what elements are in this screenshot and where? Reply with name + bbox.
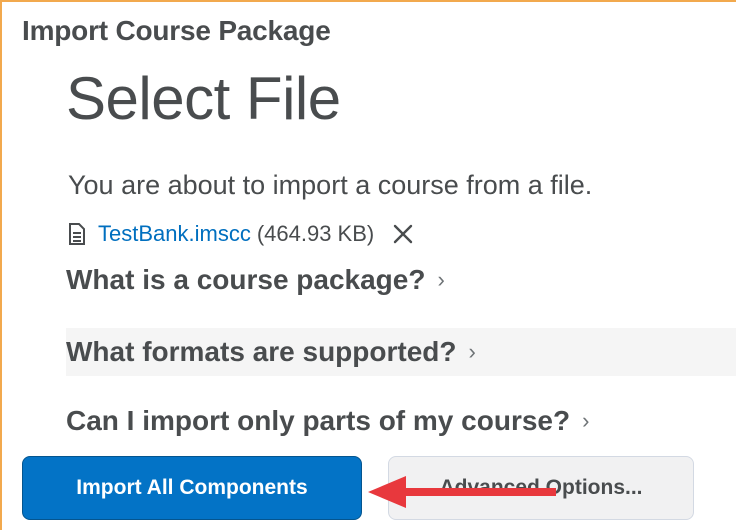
chevron-right-icon: › bbox=[437, 267, 445, 292]
faq-what-is-course-package[interactable]: What is a course package? › bbox=[66, 256, 736, 304]
faq-label: What formats are supported? bbox=[66, 336, 457, 367]
select-file-heading: Select File bbox=[66, 65, 341, 132]
document-icon bbox=[68, 223, 86, 245]
faq-what-formats-supported[interactable]: What formats are supported? › bbox=[66, 328, 736, 376]
import-course-package-panel: Import Course Package Select File You ar… bbox=[0, 0, 736, 530]
faq-label: Can I import only parts of my course? bbox=[66, 405, 571, 436]
selected-file-row: TestBank.imscc (464.93 KB) bbox=[68, 218, 414, 250]
page-title: Import Course Package bbox=[22, 15, 331, 46]
file-name-link[interactable]: TestBank.imscc bbox=[98, 221, 251, 247]
faq-label: What is a course package? bbox=[66, 264, 426, 295]
faq-import-parts-of-course[interactable]: Can I import only parts of my course? › bbox=[66, 397, 736, 445]
file-size: (464.93 KB) bbox=[256, 221, 375, 246]
intro-text: You are about to import a course from a … bbox=[68, 170, 593, 200]
import-all-components-button[interactable]: Import All Components bbox=[22, 456, 362, 520]
chevron-right-icon: › bbox=[582, 408, 590, 433]
chevron-right-icon: › bbox=[468, 339, 476, 364]
close-icon[interactable] bbox=[392, 223, 414, 245]
advanced-options-button[interactable]: Advanced Options... bbox=[388, 456, 694, 520]
